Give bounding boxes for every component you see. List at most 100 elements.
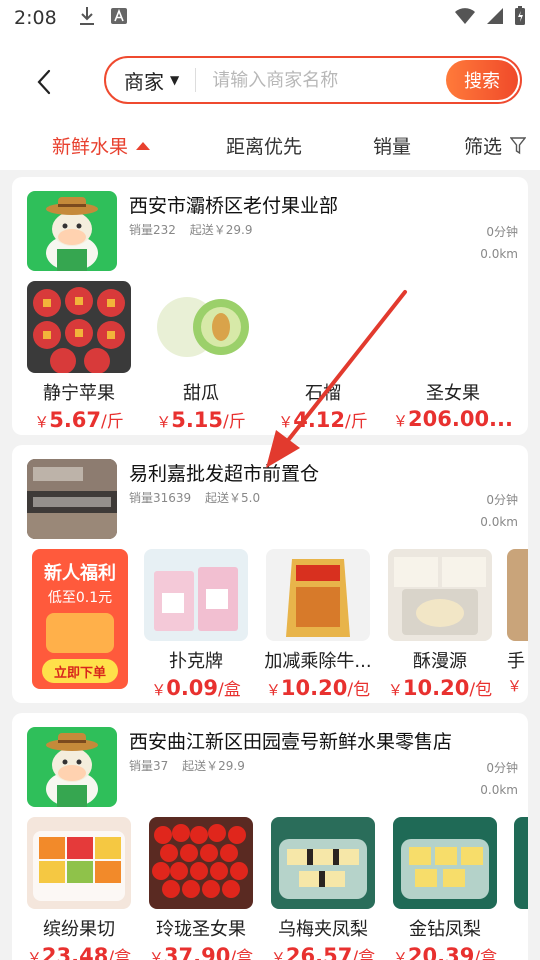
shop-card[interactable]: 西安曲江新区田园壹号新鲜水果零售店 销量37 起送￥29.9 0分钟 0.0km… [12,713,528,960]
battery-icon [514,5,526,31]
product-name: 手 [507,651,525,672]
back-button[interactable] [28,62,60,102]
tab-fresh-fruit[interactable]: 新鲜水果 [52,132,151,159]
product-image [507,549,528,641]
product-image [266,549,370,641]
product-name: 玲珑圣女果 [156,919,246,940]
text-a-icon [110,7,127,29]
promo-subtitle: 低至0.1元 [47,590,113,606]
shop-name: 易利嘉批发超市前置仓 [129,463,320,485]
product-price: ￥ [507,677,523,695]
product-name: 加减乘除牛... [264,651,372,672]
product-item[interactable]: 手 ￥ [507,549,528,696]
shop-meta: 销量232 起送￥29.9 [129,221,262,238]
tab-distance[interactable]: 距离优先 [226,132,302,159]
product-name: 圣女果 [426,383,480,404]
search-divider [195,68,197,92]
product-image [144,549,248,641]
promo-title: 新人福利 [44,563,116,584]
product-image [27,281,131,373]
shop-min-order: 起送￥29.9 [182,759,245,773]
shop-delivery-time: 0分钟 [486,761,518,775]
product-image [149,281,253,373]
download-icon [79,6,95,31]
product-image [401,281,505,373]
shop-distance: 0.0km [480,783,518,797]
product-item[interactable]: 酥漫源 ￥10.20/包 [385,549,495,700]
product-item[interactable]: 静宁苹果 ￥5.67/斤 [24,281,134,432]
product-image [27,817,131,909]
shop-sales: 销量232 [129,223,176,237]
product-item[interactable]: 加减乘除牛... ￥10.20/包 [263,549,373,700]
shop-sales: 销量31639 [129,491,192,505]
shop-logo [27,727,117,807]
product-name: 石榴 [305,383,341,404]
shop-delivery-time: 0分钟 [486,493,518,507]
search-button[interactable]: 搜索 [446,60,518,100]
shop-name: 西安市灞桥区老付果业部 [129,195,339,217]
status-bar: 2:08 [0,0,540,36]
product-name: 缤纷果切 [43,919,115,940]
product-item[interactable]: 扑克牌 ￥0.09/盒 [141,549,251,700]
tab-label: 距离优先 [226,136,303,158]
tab-label: 销量 [373,136,412,158]
caret-down-icon: ▼ [170,73,180,87]
product-price: ￥26.57/盒 [270,944,376,960]
product-price: ￥20.39/盒 [392,944,498,960]
shop-name: 西安曲江新区田园壹号新鲜水果零售店 [129,731,453,753]
promo-banner[interactable]: 新人福利 低至0.1元 立即下单 [32,549,128,689]
product-item[interactable]: 石榴 ￥4.12/斤 [268,281,378,432]
shop-min-order: 起送￥5.0 [205,491,261,505]
shop-logo [27,191,117,271]
shop-meta: 销量37 起送￥29.9 [129,757,255,774]
chevron-left-icon [37,69,51,95]
shop-card[interactable]: 西安市灞桥区老付果业部 销量232 起送￥29.9 0分钟 0.0km 静宁苹果… [12,177,528,435]
promo-order-button[interactable]: 立即下单 [42,659,118,683]
shop-distance: 0.0km [480,515,518,529]
search-input[interactable] [212,69,433,91]
shop-delivery-time: 0分钟 [486,225,518,239]
product-name: 酥漫源 [413,651,467,672]
filter-icon [510,136,527,154]
wifi-icon [454,7,476,30]
shop-meta: 销量31639 起送￥5.0 [129,489,270,506]
product-price: ￥10.20/包 [265,676,371,700]
product-name: 乌梅夹凤梨 [278,919,368,940]
product-image-partial [514,817,528,909]
product-price: ￥206.00... [393,407,513,431]
product-image [393,817,497,909]
product-item[interactable]: 金钻凤梨 ￥20.39/盒 [390,817,500,960]
product-image [271,281,375,373]
status-time: 2:08 [14,7,57,29]
product-price: ￥0.09/盒 [151,676,241,700]
tab-label: 筛选 [464,136,503,158]
product-name: 静宁苹果 [43,383,115,404]
search-bar: 商家 ▼ 搜索 [104,56,522,104]
product-item[interactable]: 乌梅夹凤梨 ￥26.57/盒 [268,817,378,960]
product-price: ￥5.67/斤 [34,408,124,432]
product-price: ￥5.15/斤 [156,408,246,432]
product-item[interactable]: 圣女果 ￥206.00... [390,281,516,431]
search-scope-label: 商家 [124,69,164,94]
shop-card[interactable]: 易利嘉批发超市前置仓 销量31639 起送￥5.0 0分钟 0.0km 新人福利… [12,445,528,703]
search-scope-dropdown[interactable]: 商家 ▼ [106,66,179,95]
product-price: ￥10.20/包 [387,676,493,700]
product-item[interactable]: 缤纷果切 ￥23.48/盒 [24,817,134,960]
tab-sales[interactable]: 销量 [373,132,411,159]
caret-up-icon [136,141,151,150]
product-price: ￥23.48/盒 [26,944,132,960]
product-image [271,817,375,909]
product-item[interactable]: 甜瓜 ￥5.15/斤 [146,281,256,432]
signal-icon [486,7,504,30]
product-item[interactable]: 玲珑圣女果 ￥37.90/盒 [146,817,256,960]
tab-filter[interactable]: 筛选 [464,132,527,159]
product-name: 金钻凤梨 [409,919,481,940]
shop-min-order: 起送￥29.9 [189,223,253,237]
tab-label: 新鲜水果 [52,136,129,158]
product-name: 甜瓜 [183,383,219,404]
product-price: ￥4.12/斤 [278,408,368,432]
product-price: ￥37.90/盒 [148,944,254,960]
filter-tabs: 新鲜水果 距离优先 销量 筛选 [0,126,540,166]
shop-sales: 销量37 [129,759,169,773]
gift-box-icon [46,613,114,653]
